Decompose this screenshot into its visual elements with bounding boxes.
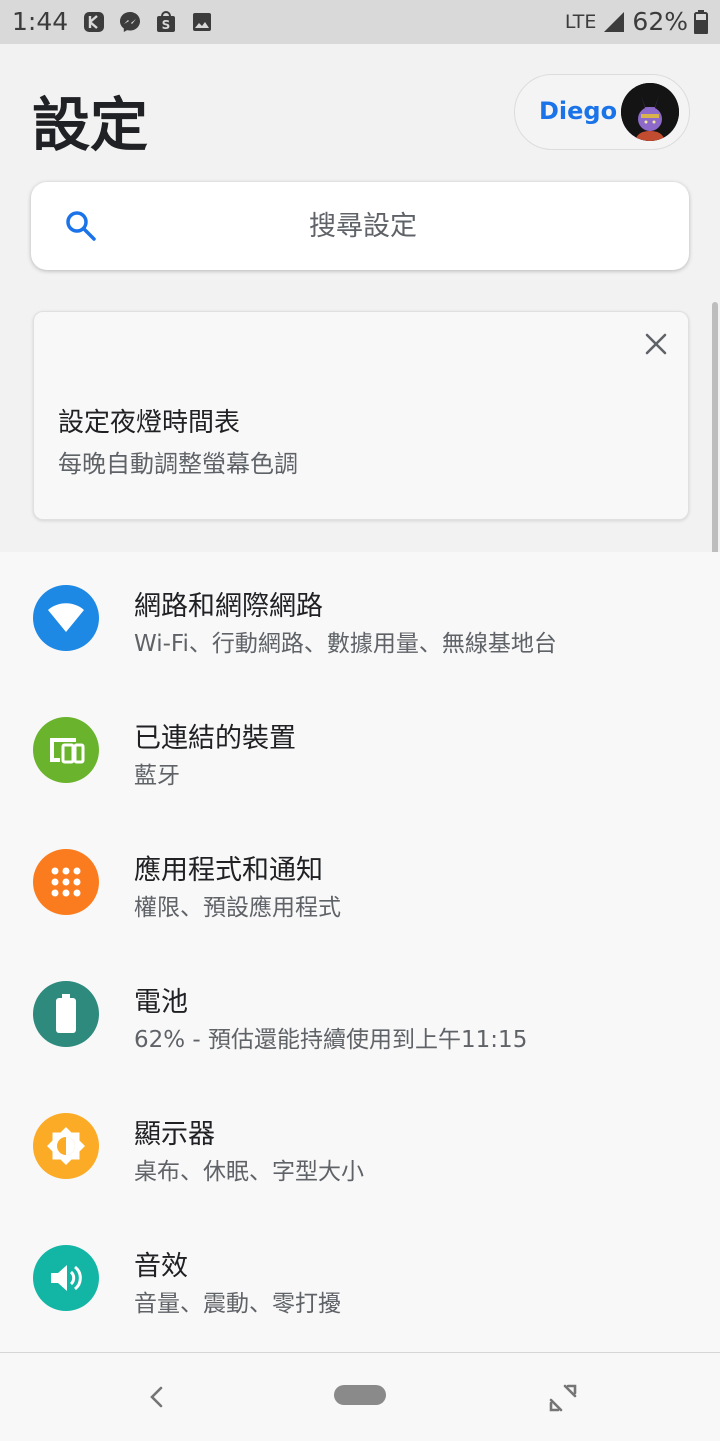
notification-icons: S [82, 10, 214, 34]
card-title: 設定夜燈時間表 [58, 408, 241, 438]
shop-bag-icon: S [157, 11, 175, 32]
wifi-icon [33, 585, 99, 651]
item-title: 電池 [134, 987, 188, 1018]
page-title: 設定 [32, 91, 149, 159]
settings-item-battery[interactable]: 電池 62% - 預估還能持續使用到上午11:15 [0, 948, 720, 1080]
devices-icon [33, 717, 99, 783]
search-input[interactable] [111, 182, 615, 272]
network-type: LTE [564, 10, 597, 33]
status-bar: 1:44 S LTE 62% [0, 0, 720, 44]
account-name: Diego [539, 97, 618, 125]
settings-item-apps[interactable]: 應用程式和通知 權限、預設應用程式 [0, 816, 720, 948]
item-title: 已連結的裝置 [134, 723, 296, 754]
item-title: 網路和網際網路 [134, 591, 323, 622]
apps-icon [33, 849, 99, 915]
settings-item-display[interactable]: 顯示器 桌布、休眠、字型大小 [0, 1080, 720, 1212]
item-subtitle: 藍牙 [134, 763, 180, 789]
search-bar[interactable] [31, 182, 689, 272]
status-right: LTE 62% [565, 7, 708, 36]
battery-icon [33, 981, 99, 1047]
home-button[interactable] [334, 1385, 386, 1405]
item-subtitle: 62% - 預估還能持續使用到上午11:15 [134, 1027, 528, 1053]
rotate-icon[interactable] [548, 1383, 578, 1413]
item-title: 應用程式和通知 [134, 855, 323, 886]
account-button[interactable]: Diego [514, 74, 690, 150]
volume-icon [33, 1245, 99, 1311]
k-app-icon [84, 12, 104, 32]
item-subtitle: Wi-Fi、行動網路、數據用量、無線基地台 [134, 631, 557, 657]
settings-item-connected-devices[interactable]: 已連結的裝置 藍牙 [0, 684, 720, 816]
signal-icon [604, 11, 625, 32]
moon-icon [72, 345, 90, 381]
search-icon [66, 211, 96, 241]
settings-list: 網路和網際網路 Wi-Fi、行動網路、數據用量、無線基地台 已連結的裝置 藍牙 … [0, 552, 720, 1352]
close-icon[interactable] [642, 330, 670, 358]
item-title: 音效 [134, 1251, 188, 1282]
suggestion-card[interactable]: 設定夜燈時間表 每晚自動調整螢幕色調 [33, 311, 689, 520]
battery-icon-status [694, 9, 708, 34]
item-subtitle: 桌布、休眠、字型大小 [134, 1159, 364, 1185]
settings-item-sound[interactable]: 音效 音量、震動、零打擾 [0, 1212, 720, 1344]
item-title: 顯示器 [134, 1119, 215, 1150]
brightness-icon [33, 1113, 99, 1179]
avatar-image [621, 83, 679, 141]
settings-item-network[interactable]: 網路和網際網路 Wi-Fi、行動網路、數據用量、無線基地台 [0, 552, 720, 684]
messenger-icon [120, 12, 140, 32]
item-subtitle: 音量、震動、零打擾 [134, 1291, 341, 1317]
battery-percent: 62% [632, 7, 688, 36]
avatar [621, 83, 679, 141]
item-subtitle: 權限、預設應用程式 [134, 895, 341, 921]
image-icon [193, 13, 211, 31]
back-icon[interactable] [146, 1385, 168, 1409]
card-subtitle: 每晚自動調整螢幕色調 [58, 450, 298, 478]
status-time: 1:44 [12, 7, 69, 36]
svg-text:S: S [162, 18, 171, 32]
